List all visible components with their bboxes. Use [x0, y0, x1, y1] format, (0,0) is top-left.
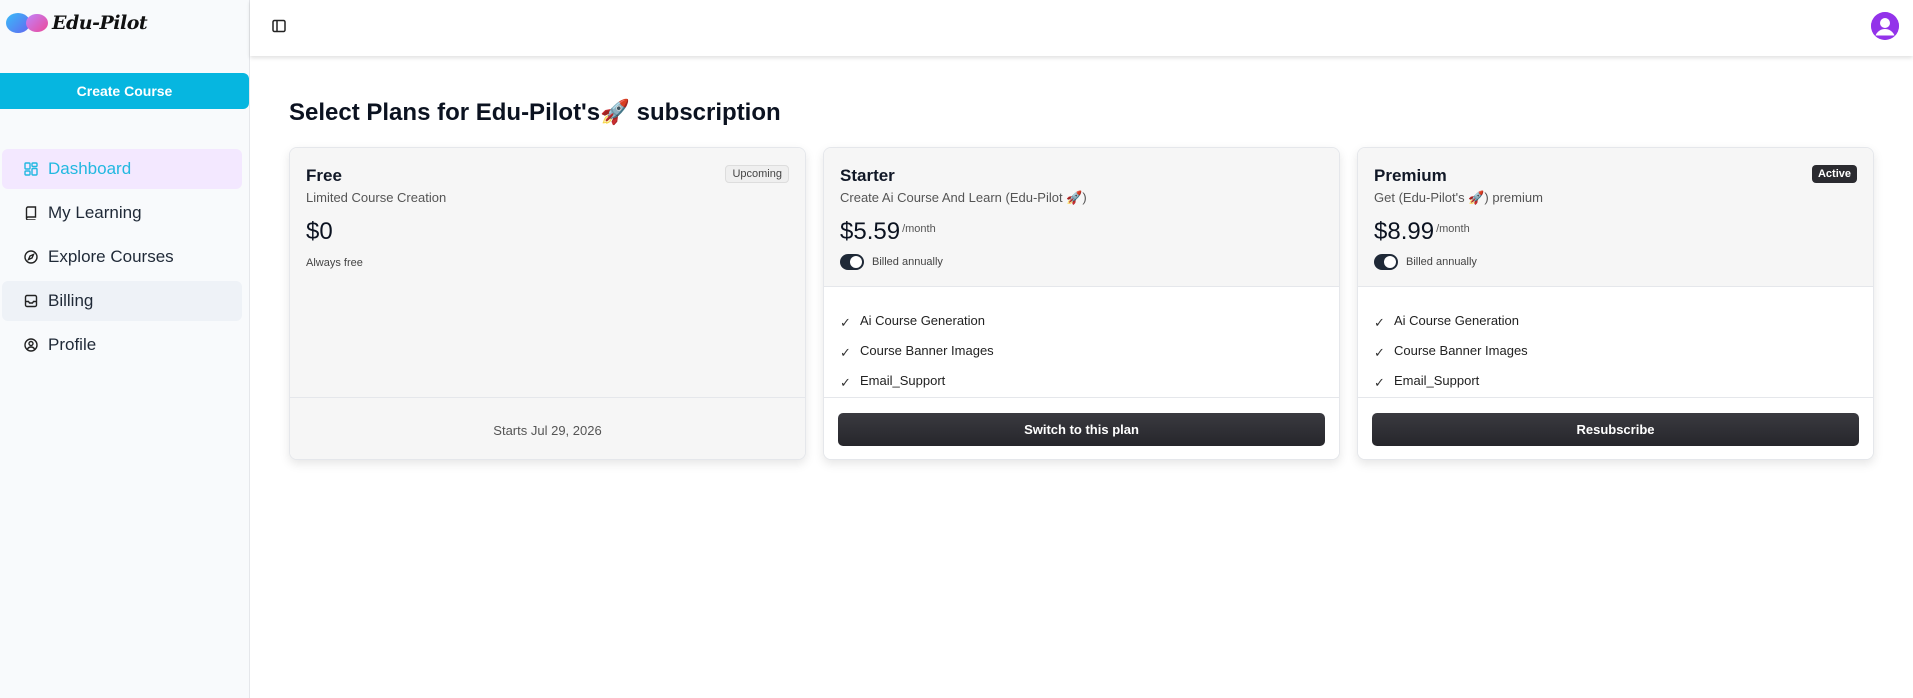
- plan-card-header: Free Upcoming Limited Course Creation $0…: [290, 148, 805, 398]
- sidebar-item-label: Dashboard: [48, 159, 132, 178]
- sidebar-item-label: Profile: [48, 335, 97, 354]
- sidebar-item-label: My Learning: [48, 203, 142, 222]
- plan-note: Always free: [306, 257, 363, 269]
- plan-price: $8.99/month: [1374, 218, 1470, 245]
- logo-icon: [6, 11, 48, 35]
- feature-list: ✓ Ai Course Generation ✓ Course Banner Ima…: [840, 305, 994, 395]
- app-name: Edu-Pilot: [52, 12, 148, 34]
- sidebar-item-dashboard[interactable]: Dashboard: [2, 149, 242, 189]
- app-logo[interactable]: Edu-Pilot: [6, 8, 148, 38]
- check-icon: ✓: [840, 375, 851, 390]
- feature-list: ✓ Ai Course Generation ✓ Course Banner Ima…: [1374, 305, 1528, 395]
- plan-description: Get (Edu-Pilot's 🚀) premium: [1374, 190, 1543, 205]
- check-icon: ✓: [840, 315, 851, 330]
- list-item: ✓ Email_Support: [1374, 372, 1480, 391]
- status-badge: Active: [1811, 165, 1857, 183]
- sidebar-item-profile[interactable]: Profile: [2, 325, 242, 365]
- billing-label: Billed annually: [872, 256, 943, 268]
- billing-label: Billed annually: [1406, 256, 1477, 268]
- sidebar-item-my-learning[interactable]: My Learning: [2, 193, 242, 233]
- sidebar-item-label: Explore Courses: [48, 247, 174, 266]
- check-icon: ✓: [1374, 375, 1385, 390]
- resubscribe-button[interactable]: Resubscribe: [1372, 413, 1859, 446]
- sidebar-item-label: Billing: [48, 291, 94, 310]
- plan-card-footer: Starts Jul 29, 2026: [290, 397, 805, 459]
- user-circle-icon: [24, 338, 38, 352]
- price-period: /month: [902, 223, 936, 235]
- inbox-icon: [24, 294, 38, 308]
- plan-card-premium: Premium Active Get (Edu-Pilot's 🚀) premi…: [1357, 147, 1874, 460]
- list-item: ✓ Ai Course Generation: [840, 312, 986, 331]
- plan-card-footer: Resubscribe: [1358, 397, 1873, 459]
- billing-toggle[interactable]: Billed annually: [840, 254, 943, 270]
- book-icon: [24, 206, 38, 220]
- plan-card-header: Starter Create Ai Course And Learn (Edu-…: [824, 148, 1339, 287]
- app-root: Edu-Pilot Create Course Dashboard My Lea…: [0, 0, 1913, 698]
- sidebar-item-billing[interactable]: Billing: [2, 281, 242, 321]
- check-icon: ✓: [1374, 345, 1385, 360]
- page-title: Select Plans for Edu-Pilot's🚀 subscripti…: [289, 99, 781, 126]
- plan-price: $0: [306, 218, 333, 245]
- user-avatar-icon[interactable]: [1871, 12, 1899, 40]
- plan-price: $5.59/month: [840, 218, 936, 245]
- plan-start-date: Starts Jul 29, 2026: [493, 423, 602, 438]
- list-item: ✓ Course Banner Images: [1374, 342, 1528, 361]
- sidebar-nav: Dashboard My Learning Explore Courses Bi…: [2, 149, 242, 369]
- sidebar-item-explore-courses[interactable]: Explore Courses: [2, 237, 242, 277]
- list-item: ✓ Ai Course Generation: [1374, 312, 1520, 331]
- plan-name: Free: [306, 166, 342, 185]
- switch-plan-button[interactable]: Switch to this plan: [838, 413, 1325, 446]
- plan-card-free: Free Upcoming Limited Course Creation $0…: [289, 147, 806, 460]
- check-icon: ✓: [840, 345, 851, 360]
- plan-description: Limited Course Creation: [306, 190, 447, 205]
- top-header: [250, 0, 1913, 56]
- create-course-button[interactable]: Create Course: [0, 73, 249, 109]
- list-item: ✓ Email_Support: [840, 372, 946, 391]
- plan-card-header: Premium Active Get (Edu-Pilot's 🚀) premi…: [1358, 148, 1873, 287]
- sidebar: Edu-Pilot Create Course Dashboard My Lea…: [0, 0, 250, 698]
- toggle-switch[interactable]: [840, 254, 864, 270]
- billing-toggle[interactable]: Billed annually: [1374, 254, 1477, 270]
- plan-description: Create Ai Course And Learn (Edu-Pilot 🚀): [840, 190, 1087, 205]
- compass-icon: [24, 250, 38, 264]
- plan-card-starter: Starter Create Ai Course And Learn (Edu-…: [823, 147, 1340, 460]
- toggle-switch[interactable]: [1374, 254, 1398, 270]
- sidebar-toggle-icon[interactable]: [271, 18, 287, 34]
- status-badge: Upcoming: [725, 165, 789, 183]
- plan-name: Starter: [840, 166, 895, 185]
- list-item: ✓ Course Banner Images: [840, 342, 994, 361]
- price-period: /month: [1436, 223, 1470, 235]
- plan-name: Premium: [1374, 166, 1447, 185]
- plan-card-footer: Switch to this plan: [824, 397, 1339, 459]
- check-icon: ✓: [1374, 315, 1385, 330]
- dashboard-icon: [24, 162, 38, 176]
